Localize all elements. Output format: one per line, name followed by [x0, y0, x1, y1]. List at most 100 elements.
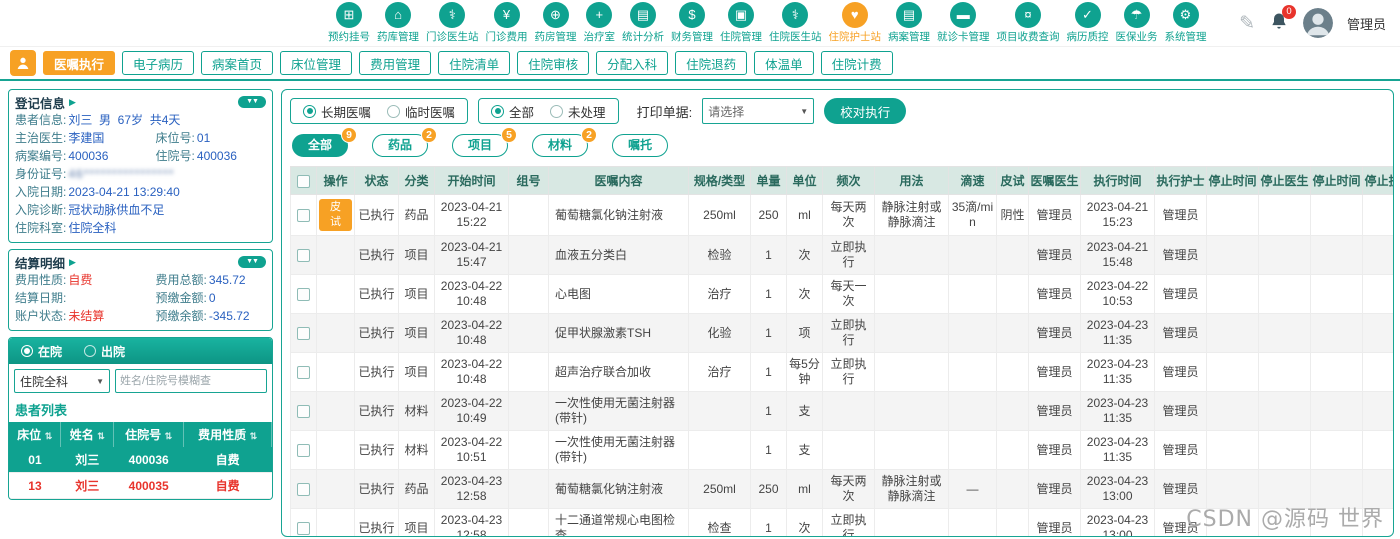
chip-药品[interactable]: 药品 2	[372, 127, 438, 157]
tab-医嘱执行[interactable]: 医嘱执行	[43, 51, 116, 75]
radio-未处理[interactable]: 未处理	[550, 102, 606, 121]
orders-col-医嘱医生-13[interactable]: 医嘱医生	[1028, 166, 1081, 195]
verify-execute-button[interactable]: 校对执行	[824, 98, 907, 124]
orders-col-皮试-12[interactable]: 皮试	[996, 166, 1029, 195]
orders-col-停止时间-18[interactable]: 停止时间	[1310, 166, 1363, 195]
nav-item-统计分析[interactable]: ▤ 统计分析	[619, 0, 667, 46]
orders-col-用法-10[interactable]: 用法	[874, 166, 949, 195]
radio-group-0: 长期医嘱 临时医嘱	[290, 98, 469, 124]
row-checkbox[interactable]	[297, 404, 310, 418]
nav-item-病案管理[interactable]: ▤ 病案管理	[885, 0, 933, 46]
orders-col-停止医生-17[interactable]: 停止医生	[1258, 166, 1311, 195]
cell-usage	[874, 235, 949, 275]
tab-分配入科[interactable]: 分配入科	[596, 51, 669, 75]
row-checkbox[interactable]	[297, 326, 310, 340]
row-checkbox[interactable]	[297, 208, 310, 222]
orders-col-单位-8[interactable]: 单位	[786, 166, 823, 195]
cell-op	[316, 352, 355, 392]
nav-item-就诊卡管理[interactable]: ▬ 就诊卡管理	[934, 0, 993, 46]
nav-item-系统管理[interactable]: ⚙ 系统管理	[1162, 0, 1210, 46]
orders-col-滴速-11[interactable]: 滴速	[948, 166, 997, 195]
tab-体温单[interactable]: 体温单	[754, 51, 814, 75]
row-checkbox[interactable]	[297, 287, 310, 301]
orders-col-状态-1[interactable]: 状态	[354, 166, 399, 195]
nav-item-治疗室[interactable]: + 治疗室	[581, 0, 619, 46]
orders-col-停止护士-19[interactable]: 停止护士	[1362, 166, 1393, 195]
order-row[interactable]: 已执行 材料 2023-04-22 10:49 一次性使用无菌注射器(带针) 1 支 管理员…	[290, 391, 1393, 431]
nav-item-预约挂号[interactable]: ⊞ 预约挂号	[325, 0, 373, 46]
status-option-在院[interactable]: 在院	[21, 343, 62, 360]
nav-item-医保业务[interactable]: ☂ 医保业务	[1113, 0, 1161, 46]
orders-col-组号-4[interactable]: 组号	[508, 166, 549, 195]
orders-col-操作-0[interactable]: 操作	[316, 166, 355, 195]
orders-col-停止时间-16[interactable]: 停止时间	[1206, 166, 1259, 195]
orders-col-执行时间-14[interactable]: 执行时间	[1080, 166, 1155, 195]
row-checkbox[interactable]	[297, 482, 310, 496]
order-row[interactable]: 已执行 材料 2023-04-22 10:51 一次性使用无菌注射器(带针) 1 支 管理员…	[290, 430, 1393, 470]
row-checkbox[interactable]	[297, 443, 310, 457]
cell-stop_nurse	[1362, 235, 1393, 275]
nav-item-住院管理[interactable]: ▣ 住院管理	[717, 0, 765, 46]
chip-材料[interactable]: 材料 2	[532, 127, 598, 157]
nav-item-门诊医生站[interactable]: ⚕ 门诊医生站	[423, 0, 482, 46]
row-checkbox[interactable]	[297, 521, 310, 535]
tab-床位管理[interactable]: 床位管理	[280, 51, 353, 75]
radio-临时医嘱[interactable]: 临时医嘱	[387, 102, 455, 121]
nav-item-住院医生站[interactable]: ⚕ 住院医生站	[766, 0, 825, 46]
orders-col-频次-9[interactable]: 频次	[822, 166, 875, 195]
chip-嘱托[interactable]: 嘱托	[612, 134, 669, 157]
cell-skin	[996, 469, 1029, 509]
tab-住院清单[interactable]: 住院清单	[438, 51, 511, 75]
header-checkbox[interactable]	[297, 174, 310, 188]
order-row[interactable]: 已执行 项目 2023-04-22 10:48 超声治疗联合加收 治疗 1 每5分钟 立即执行…	[290, 352, 1393, 392]
patient-col-床位[interactable]: 床位 ⇅	[9, 422, 62, 447]
nav-item-项目收费查询[interactable]: ¤ 项目收费查询	[994, 0, 1063, 46]
tab-住院退药[interactable]: 住院退药	[675, 51, 748, 75]
nav-item-财务管理[interactable]: $ 财务管理	[668, 0, 716, 46]
orders-col-规格/类型-6[interactable]: 规格/类型	[688, 166, 751, 195]
info-row: 入院诊断: 冠状动脉供血不足	[15, 201, 266, 219]
tab-住院审核[interactable]: 住院审核	[517, 51, 590, 75]
tab-病案首页[interactable]: 病案首页	[201, 51, 274, 75]
tab-住院计费[interactable]: 住院计费	[820, 51, 893, 75]
chip-全部[interactable]: 全部 9	[292, 127, 358, 157]
patient-col-姓名[interactable]: 姓名 ⇅	[60, 422, 115, 447]
edit-pencil-icon[interactable]: ✎	[1239, 12, 1255, 35]
orders-col-医嘱内容-5[interactable]: 医嘱内容	[548, 166, 689, 195]
row-checkbox[interactable]	[297, 365, 310, 379]
nav-item-药库管理[interactable]: ⌂ 药库管理	[374, 0, 422, 46]
patient-col-住院号[interactable]: 住院号 ⇅	[113, 422, 185, 447]
tab-费用管理[interactable]: 费用管理	[359, 51, 432, 75]
print-doc-select[interactable]: 请选择 ▼	[702, 98, 815, 124]
chip-项目[interactable]: 项目 5	[452, 127, 518, 157]
orders-col-单量-7[interactable]: 单量	[750, 166, 787, 195]
nav-item-病历质控[interactable]: ✓ 病历质控	[1064, 0, 1112, 46]
patient-row[interactable]: 13 刘三 400035 自费	[9, 472, 272, 499]
ward-select[interactable]: 住院全科 ▼	[14, 369, 110, 393]
order-row[interactable]: 已执行 项目 2023-04-22 10:48 促甲状腺激素TSH 化验 1 项立即执行 管理…	[290, 313, 1393, 353]
patient-row[interactable]: 01 刘三 400036 自费	[9, 447, 272, 473]
orders-col-开始时间-3[interactable]: 开始时间	[434, 166, 509, 195]
user-avatar[interactable]	[1302, 8, 1333, 38]
orders-col-分类-2[interactable]: 分类	[398, 166, 435, 195]
patient-search-input[interactable]	[115, 369, 267, 393]
patient-col-费用性质[interactable]: 费用性质 ⇅	[183, 422, 272, 447]
cell-freq	[822, 430, 875, 470]
order-row[interactable]: 已执行 项目 2023-04-22 10:48 心电图 治疗 1 次每天一次 管理员 2023-…	[290, 274, 1393, 314]
order-row[interactable]: 皮试 已执行 药品 2023-04-21 15:22 葡萄糖氯化钠注射液 250ml 250…	[290, 194, 1393, 236]
collapse-button[interactable]: ▼▼	[238, 256, 266, 268]
tab-电子病历[interactable]: 电子病历	[122, 51, 195, 75]
radio-长期医嘱[interactable]: 长期医嘱	[303, 102, 371, 121]
collapse-button[interactable]: ▼▼	[238, 96, 266, 108]
row-checkbox[interactable]	[297, 248, 310, 262]
nav-item-药房管理[interactable]: ⊕ 药房管理	[532, 0, 580, 46]
order-row[interactable]: 已执行 项目 2023-04-21 15:47 血液五分类白 检验 1 次立即执行 管理员 20…	[290, 235, 1393, 275]
nav-item-门诊费用[interactable]: ¥ 门诊费用	[483, 0, 531, 46]
notification-bell[interactable]: 0	[1269, 4, 1296, 36]
status-option-出院[interactable]: 出院	[84, 343, 125, 360]
orders-col-执行护士-15[interactable]: 执行护士	[1154, 166, 1207, 195]
cell-exec_time: 2023-04-23 13:00	[1080, 469, 1155, 509]
cell-unit: 次	[786, 274, 823, 314]
radio-全部[interactable]: 全部	[491, 102, 534, 121]
nav-item-住院护士站[interactable]: ♥ 住院护士站	[826, 0, 885, 46]
